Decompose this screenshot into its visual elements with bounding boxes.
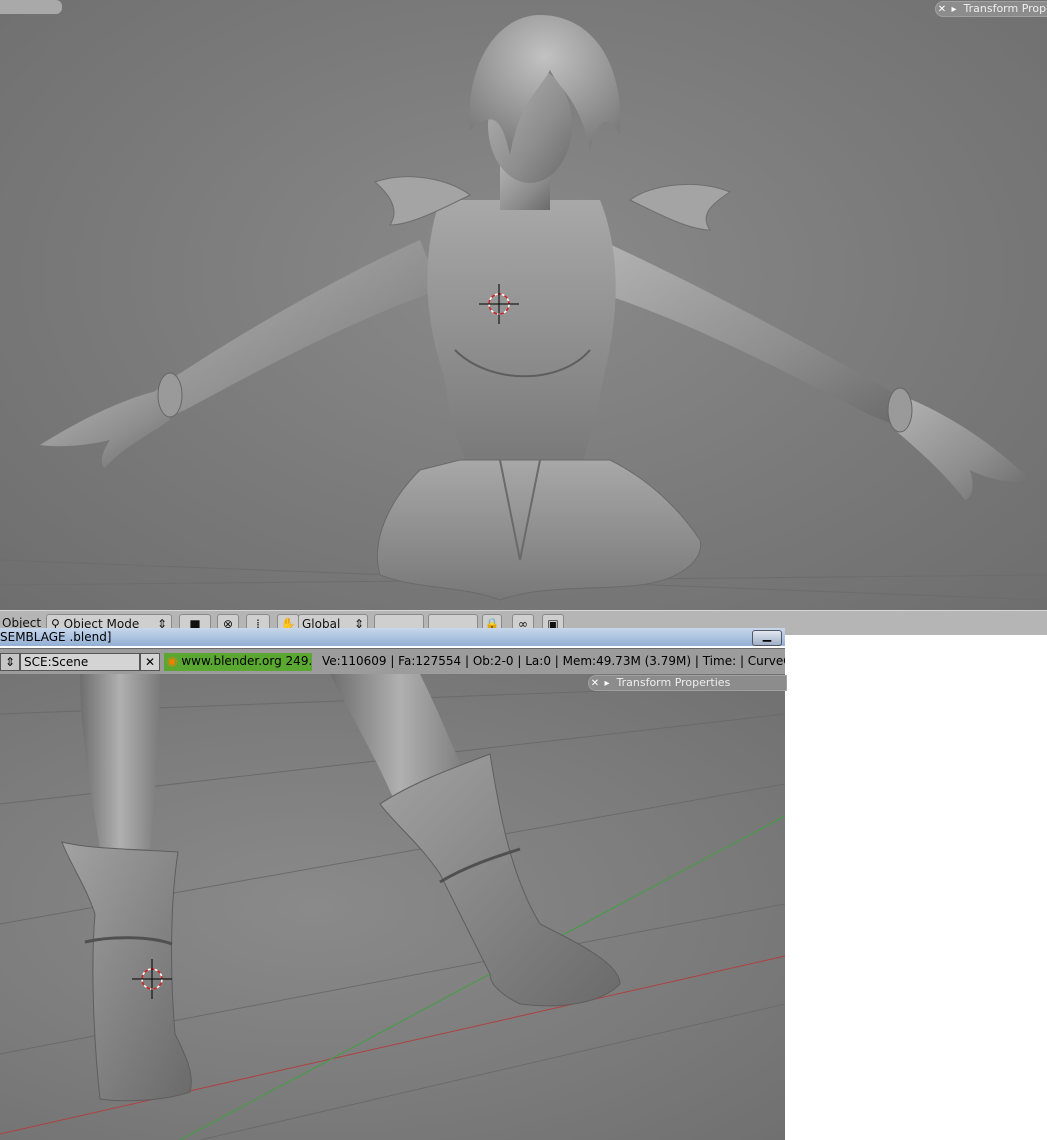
- character-upper-render: [0, 15, 1047, 601]
- delete-scene-button[interactable]: ✕: [140, 653, 160, 671]
- transform-properties-panel-top[interactable]: ✕ ▸ Transform Prope: [935, 1, 1047, 17]
- close-icon[interactable]: ✕: [589, 677, 601, 690]
- version-badge: ◉ www.blender.org 249.2: [164, 653, 312, 671]
- scene-select-arrows[interactable]: ⇕: [0, 653, 20, 671]
- minimize-icon: ▁: [762, 629, 772, 642]
- close-icon: ✕: [144, 655, 156, 669]
- window-title-bar: SEMBLAGE .blend]: [0, 628, 785, 646]
- character-lower-render: [0, 674, 785, 1140]
- close-icon[interactable]: ✕: [936, 3, 948, 16]
- bottom-3d-viewport[interactable]: [0, 674, 785, 1140]
- pin-icon[interactable]: ▸: [601, 677, 613, 690]
- scene-stats: Ve:110609 | Fa:127554 | Ob:2-0 | La:0 | …: [322, 654, 785, 668]
- viewport-corner-tab[interactable]: [0, 0, 62, 14]
- minimize-button[interactable]: ▁: [752, 630, 782, 646]
- pin-icon[interactable]: ▸: [948, 3, 960, 16]
- scene-field[interactable]: SCE:Scene: [20, 653, 140, 671]
- panel-title: Transform Properties: [616, 676, 731, 689]
- window-title: SEMBLAGE .blend]: [0, 630, 112, 644]
- transform-properties-panel-bottom[interactable]: ✕ ▸ Transform Properties: [588, 675, 787, 691]
- panel-title: Transform Prope: [963, 2, 1047, 15]
- updown-arrows-icon: ⇕: [4, 655, 16, 669]
- info-header: ⇕ SCE:Scene ✕ ◉ www.blender.org 249.2 Ve…: [0, 648, 785, 676]
- top-3d-viewport[interactable]: [0, 0, 1047, 610]
- blender-logo-icon: ◉: [167, 654, 178, 668]
